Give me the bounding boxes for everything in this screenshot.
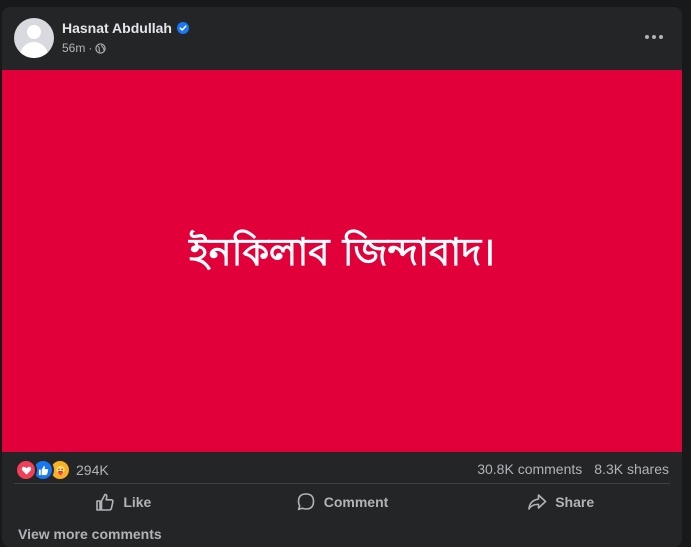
post-time[interactable]: 56m <box>62 41 85 55</box>
post-image-text: ইনকিলাব জিন্দাবাদ। <box>189 230 495 274</box>
engagement-counts: 30.8K comments 8.3K shares <box>465 461 669 477</box>
avatar-head <box>27 25 41 39</box>
post-meta: 56m · <box>62 41 107 55</box>
verified-badge-icon <box>176 22 189 34</box>
post-image[interactable]: ইনকিলাব জিন্দাবাদ। <box>2 70 682 452</box>
avatar[interactable] <box>14 18 54 58</box>
reactions-summary[interactable]: 294K <box>15 459 109 481</box>
comment-icon <box>297 493 315 511</box>
dot-icon <box>645 35 649 39</box>
dot-icon <box>652 35 656 39</box>
shares-count[interactable]: 8.3K shares <box>594 461 669 477</box>
comments-count[interactable]: 30.8K comments <box>477 461 582 477</box>
globe-icon[interactable] <box>95 42 107 54</box>
like-button[interactable]: Like <box>14 484 233 520</box>
reaction-count[interactable]: 294K <box>76 462 109 478</box>
thumbs-up-icon <box>96 493 114 511</box>
love-icon <box>15 459 37 481</box>
post-card: Hasnat Abdullah 56m · ইনকিলাব জিন্দাবাদ। <box>2 7 682 547</box>
author-name-row: Hasnat Abdullah <box>62 20 189 36</box>
share-label: Share <box>555 494 595 510</box>
meta-separator: · <box>88 41 93 55</box>
avatar-body <box>20 42 48 58</box>
comment-label: Comment <box>323 494 389 510</box>
like-label: Like <box>123 494 152 510</box>
post-stats: 294K 30.8K comments 8.3K shares <box>2 457 682 481</box>
share-button[interactable]: Share <box>451 484 670 520</box>
dot-icon <box>659 35 663 39</box>
comment-button[interactable]: Comment <box>233 484 452 520</box>
author-name[interactable]: Hasnat Abdullah <box>62 20 172 36</box>
more-options-button[interactable] <box>640 23 668 51</box>
share-icon <box>528 494 547 510</box>
view-more-comments-link[interactable]: View more comments <box>18 526 162 542</box>
post-actions: Like Comment Share <box>14 484 670 520</box>
post-header: Hasnat Abdullah 56m · <box>2 7 682 70</box>
